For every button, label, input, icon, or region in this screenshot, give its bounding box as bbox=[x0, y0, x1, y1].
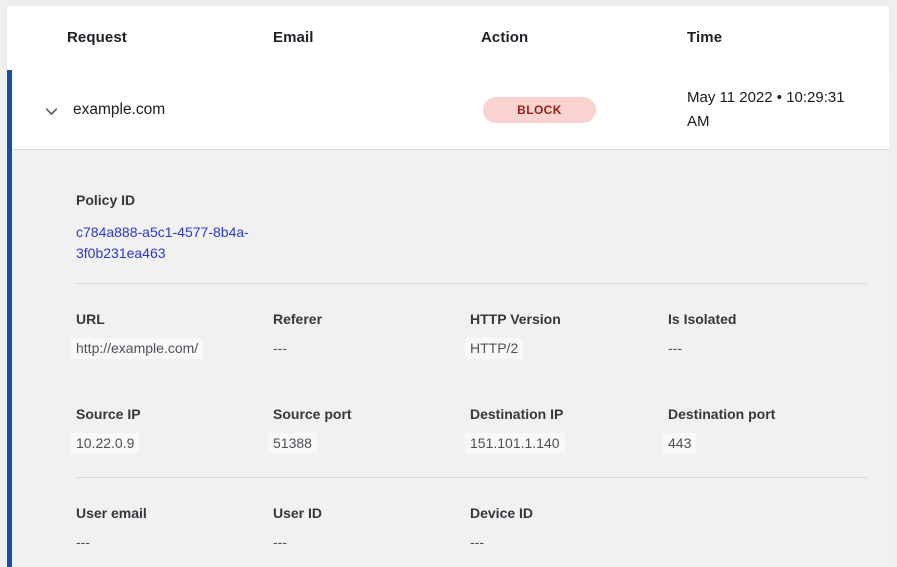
policy-id-label: Policy ID bbox=[76, 192, 867, 209]
gateway-log-detail-page: Request Email Action Time example.com BL… bbox=[0, 0, 897, 567]
field-is-isolated: Is Isolated --- bbox=[668, 311, 867, 357]
log-row-summary[interactable]: example.com BLOCK May 11 2022 • 10:29:31… bbox=[12, 70, 889, 150]
network-detail-row: Source IP 10.22.0.9 Source port 51388 De… bbox=[76, 406, 867, 452]
field-source-ip-label: Source IP bbox=[76, 406, 273, 423]
field-destination-ip-value: 151.101.1.140 bbox=[470, 435, 668, 452]
field-device-id: Device ID --- bbox=[470, 505, 668, 551]
field-source-port: Source port 51388 bbox=[273, 406, 470, 452]
field-destination-ip: Destination IP 151.101.1.140 bbox=[470, 406, 668, 452]
field-source-ip-value: 10.22.0.9 bbox=[76, 435, 273, 452]
field-source-ip: Source IP 10.22.0.9 bbox=[76, 406, 273, 452]
field-source-port-value: 51388 bbox=[273, 435, 470, 452]
log-detail-panel: Policy ID c784a888-a5c1-4577-8b4a-3f0b23… bbox=[12, 150, 889, 566]
field-device-id-label: Device ID bbox=[470, 505, 668, 522]
field-destination-port-value: 443 bbox=[668, 435, 867, 452]
field-user-id-value: --- bbox=[273, 534, 470, 551]
field-http-version-value: HTTP/2 bbox=[470, 340, 668, 357]
request-domain: example.com bbox=[73, 101, 165, 119]
field-user-email-value: --- bbox=[76, 534, 273, 551]
section-divider bbox=[76, 477, 867, 478]
field-is-isolated-label: Is Isolated bbox=[668, 311, 867, 328]
column-header-time: Time bbox=[687, 29, 722, 46]
policy-id-link[interactable]: c784a888-a5c1-4577-8b4a-3f0b231ea463 bbox=[76, 222, 281, 264]
field-user-email-label: User email bbox=[76, 505, 273, 522]
policy-id-section: Policy ID c784a888-a5c1-4577-8b4a-3f0b23… bbox=[76, 192, 867, 264]
field-device-id-value: --- bbox=[470, 534, 668, 551]
field-is-isolated-value: --- bbox=[668, 340, 867, 357]
field-url: URL http://example.com/ bbox=[76, 311, 273, 357]
field-user-id-label: User ID bbox=[273, 505, 470, 522]
action-block-badge: BLOCK bbox=[483, 97, 596, 123]
table-header: Request Email Action Time bbox=[7, 6, 889, 70]
field-referer-value: --- bbox=[273, 340, 470, 357]
section-divider bbox=[76, 283, 867, 284]
row-timestamp: May 11 2022 • 10:29:31 AM bbox=[687, 86, 867, 134]
field-user-id: User ID --- bbox=[273, 505, 470, 551]
field-url-label: URL bbox=[76, 311, 273, 328]
collapse-row-button[interactable] bbox=[39, 99, 63, 123]
expanded-log-row: example.com BLOCK May 11 2022 • 10:29:31… bbox=[7, 70, 889, 567]
field-url-value: http://example.com/ bbox=[76, 340, 273, 357]
chevron-down-icon bbox=[43, 103, 60, 120]
http-detail-row: URL http://example.com/ Referer --- HTTP… bbox=[76, 311, 867, 357]
field-destination-ip-label: Destination IP bbox=[470, 406, 668, 423]
column-header-action: Action bbox=[481, 29, 528, 46]
field-user-email: User email --- bbox=[76, 505, 273, 551]
column-header-email: Email bbox=[273, 29, 314, 46]
field-http-version-label: HTTP Version bbox=[470, 311, 668, 328]
field-referer: Referer --- bbox=[273, 311, 470, 357]
column-header-request: Request bbox=[67, 29, 127, 46]
field-http-version: HTTP Version HTTP/2 bbox=[470, 311, 668, 357]
user-detail-row: User email --- User ID --- Device ID --- bbox=[76, 505, 867, 551]
field-source-port-label: Source port bbox=[273, 406, 470, 423]
field-referer-label: Referer bbox=[273, 311, 470, 328]
field-destination-port: Destination port 443 bbox=[668, 406, 867, 452]
field-destination-port-label: Destination port bbox=[668, 406, 867, 423]
